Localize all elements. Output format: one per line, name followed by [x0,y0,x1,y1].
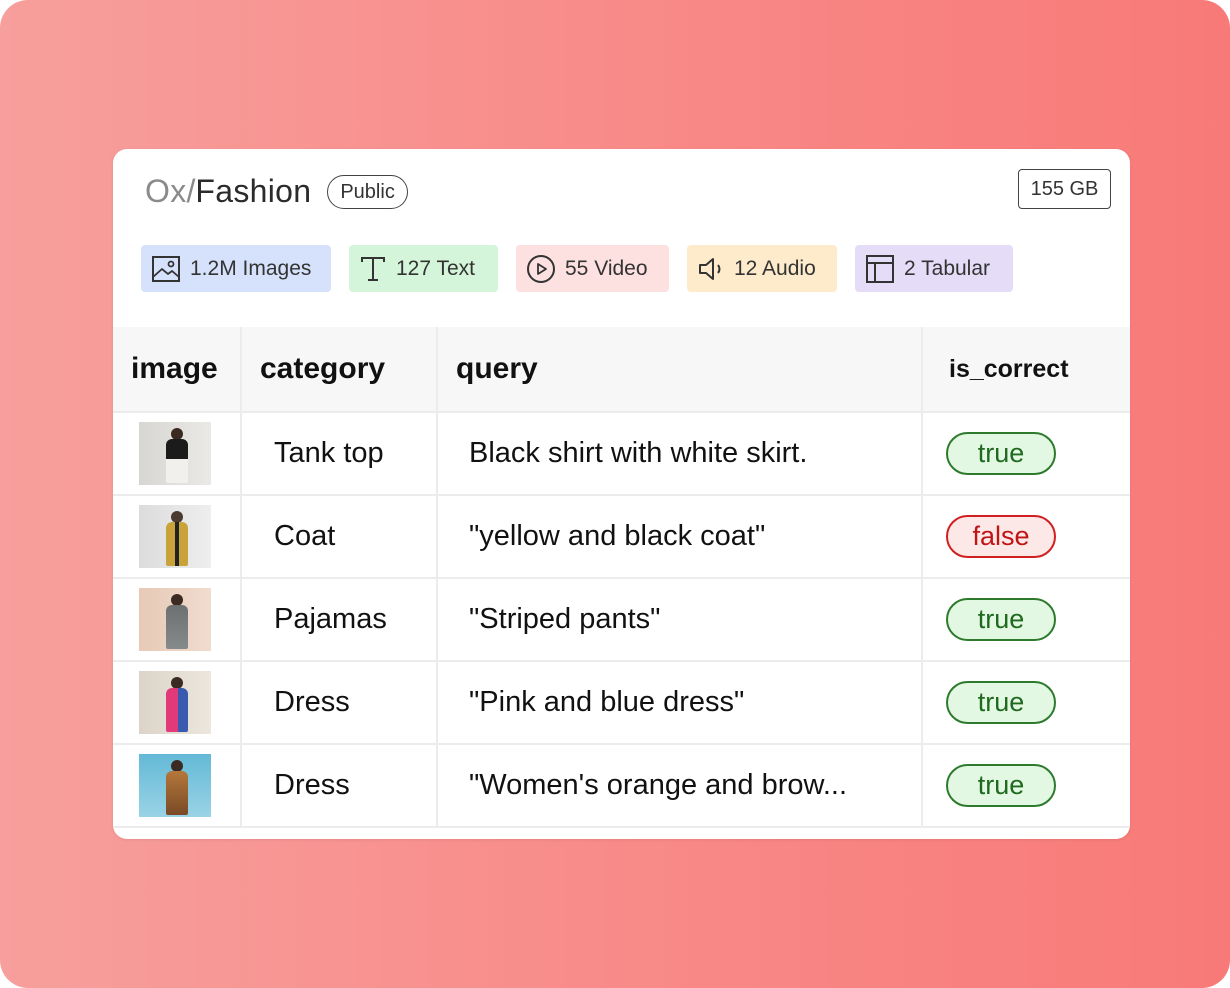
is-correct-cell: true [921,411,1130,496]
image-cell [113,411,242,496]
dataset-owner[interactable]: Ox [145,173,187,210]
image-cell [113,577,242,662]
table-row[interactable]: Dress "Pink and blue dress" true [113,660,1130,745]
thumbnail-coat[interactable] [139,505,211,568]
background: Ox / Fashion Public 155 GB 1.2M Images 1… [0,0,1230,988]
image-cell [113,494,242,579]
category-cell: Tank top [240,411,438,496]
status-badge-true: true [946,764,1056,807]
play-circle-icon [527,254,555,283]
category-cell: Dress [240,743,438,828]
category-cell: Pajamas [240,577,438,662]
status-badge-true: true [946,432,1056,475]
is-correct-cell: true [921,660,1130,745]
table-row[interactable]: Dress "Women's orange and brow... true [113,743,1130,828]
query-cell: "yellow and black coat" [436,494,923,579]
text-icon [361,256,385,281]
column-header-is-correct[interactable]: is_correct [921,327,1130,413]
table-row[interactable]: Tank top Black shirt with white skirt. t… [113,411,1130,496]
chip-video-label: 55 Video [565,256,648,280]
chip-images[interactable]: 1.2M Images [141,245,331,292]
dataset-name[interactable]: Fashion [195,173,311,210]
table-row[interactable]: Coat "yellow and black coat" false [113,494,1130,579]
query-cell: Black shirt with white skirt. [436,411,923,496]
is-correct-cell: false [921,494,1130,579]
chip-audio-label: 12 Audio [734,256,816,280]
column-header-query[interactable]: query [436,327,923,413]
data-table: image category query is_correct Tank top [113,327,1130,828]
image-icon [152,255,180,282]
is-correct-cell: true [921,743,1130,828]
query-cell: "Women's orange and brow... [436,743,923,828]
modality-chips: 1.2M Images 127 Text 55 Video 12 Audio 2… [141,245,1013,292]
image-cell [113,743,242,828]
dataset-card: Ox / Fashion Public 155 GB 1.2M Images 1… [113,149,1130,839]
chip-tabular-label: 2 Tabular [904,256,991,280]
table-row[interactable]: Pajamas "Striped pants" true [113,577,1130,662]
dataset-header: Ox / Fashion Public [145,173,408,210]
thumbnail-pajamas[interactable] [139,588,211,651]
column-header-image[interactable]: image [113,327,242,413]
title-separator: / [186,173,196,209]
status-badge-false: false [946,515,1056,558]
chip-audio[interactable]: 12 Audio [687,245,837,292]
is-correct-cell: true [921,577,1130,662]
visibility-badge: Public [327,174,408,209]
table-header-row: image category query is_correct [113,327,1130,413]
chip-video[interactable]: 55 Video [516,245,669,292]
table-icon [866,254,894,283]
thumbnail-dress-pink[interactable] [139,671,211,734]
status-badge-true: true [946,681,1056,724]
thumbnail-dress-orange[interactable] [139,754,211,817]
speaker-icon [699,257,721,280]
chip-tabular[interactable]: 2 Tabular [855,245,1013,292]
category-cell: Dress [240,660,438,745]
query-cell: "Pink and blue dress" [436,660,923,745]
chip-text-label: 127 Text [396,256,476,280]
thumbnail-tank-top[interactable] [139,422,211,485]
chip-images-label: 1.2M Images [190,256,312,280]
size-badge: 155 GB [1018,169,1111,209]
image-cell [113,660,242,745]
query-cell: "Striped pants" [436,577,923,662]
column-header-category[interactable]: category [240,327,438,413]
status-badge-true: true [946,598,1056,641]
chip-text[interactable]: 127 Text [349,245,498,292]
category-cell: Coat [240,494,438,579]
